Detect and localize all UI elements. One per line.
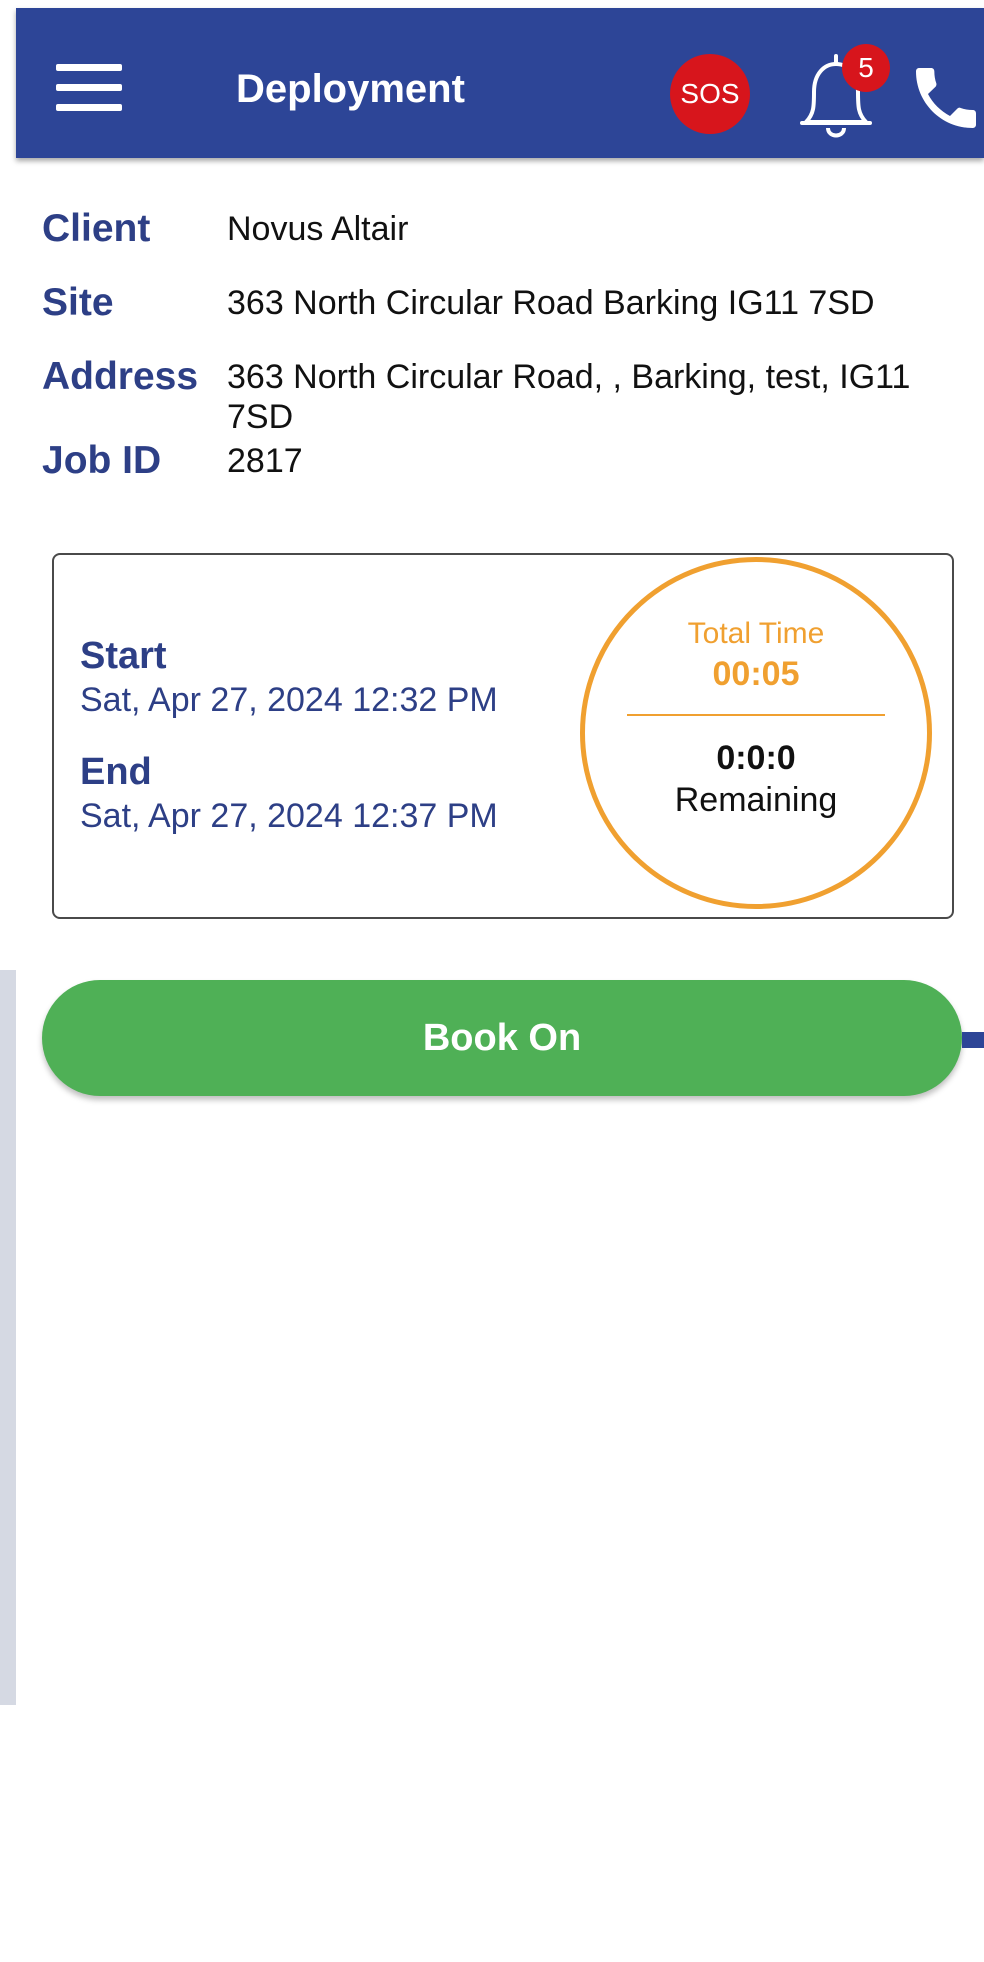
app-screen: Deployment SOS 5 Client Novus Altair Sit… (0, 0, 984, 1962)
remaining-value: 0:0:0 (716, 739, 796, 777)
time-circle: Total Time 00:05 0:0:0 Remaining (580, 557, 932, 909)
start-label: Start (80, 635, 167, 677)
job-details: Client Novus Altair Site 363 North Circu… (42, 205, 962, 497)
client-label: Client (42, 207, 151, 250)
site-value: 363 North Circular Road Barking IG11 7SD (227, 284, 875, 322)
app-header: Deployment SOS 5 (16, 8, 984, 158)
drawer-handle[interactable] (962, 1032, 984, 1048)
site-label: Site (42, 281, 114, 324)
notifications-button[interactable]: 5 (792, 44, 890, 144)
total-time-value: 00:05 (712, 655, 800, 693)
end-value: Sat, Apr 27, 2024 12:37 PM (80, 797, 498, 835)
timer-divider (627, 714, 885, 716)
start-value: Sat, Apr 27, 2024 12:32 PM (80, 681, 498, 719)
book-on-button[interactable]: Book On (42, 980, 962, 1096)
page-title: Deployment (236, 67, 465, 111)
client-row: Client Novus Altair (42, 205, 962, 279)
job-id-value: 2817 (227, 442, 303, 480)
sos-button[interactable]: SOS (670, 54, 750, 134)
call-button[interactable] (906, 58, 984, 138)
client-value: Novus Altair (227, 210, 409, 248)
job-id-label: Job ID (42, 439, 162, 482)
end-label: End (80, 751, 152, 793)
total-time-label: Total Time (687, 617, 825, 650)
menu-icon[interactable] (56, 64, 122, 112)
job-id-row: Job ID 2817 (42, 437, 962, 497)
address-row: Address 363 North Circular Road, , Barki… (42, 353, 962, 437)
shift-time-card: Start Sat, Apr 27, 2024 12:32 PM End Sat… (52, 553, 954, 919)
left-edge (0, 0, 16, 1962)
remaining-label: Remaining (674, 781, 838, 819)
notification-badge: 5 (842, 44, 890, 92)
side-drawer-peek (0, 970, 16, 1705)
site-row: Site 363 North Circular Road Barking IG1… (42, 279, 962, 353)
address-value: 363 North Circular Road, , Barking, test… (227, 358, 911, 436)
phone-icon (916, 68, 976, 128)
address-label: Address (42, 355, 199, 398)
